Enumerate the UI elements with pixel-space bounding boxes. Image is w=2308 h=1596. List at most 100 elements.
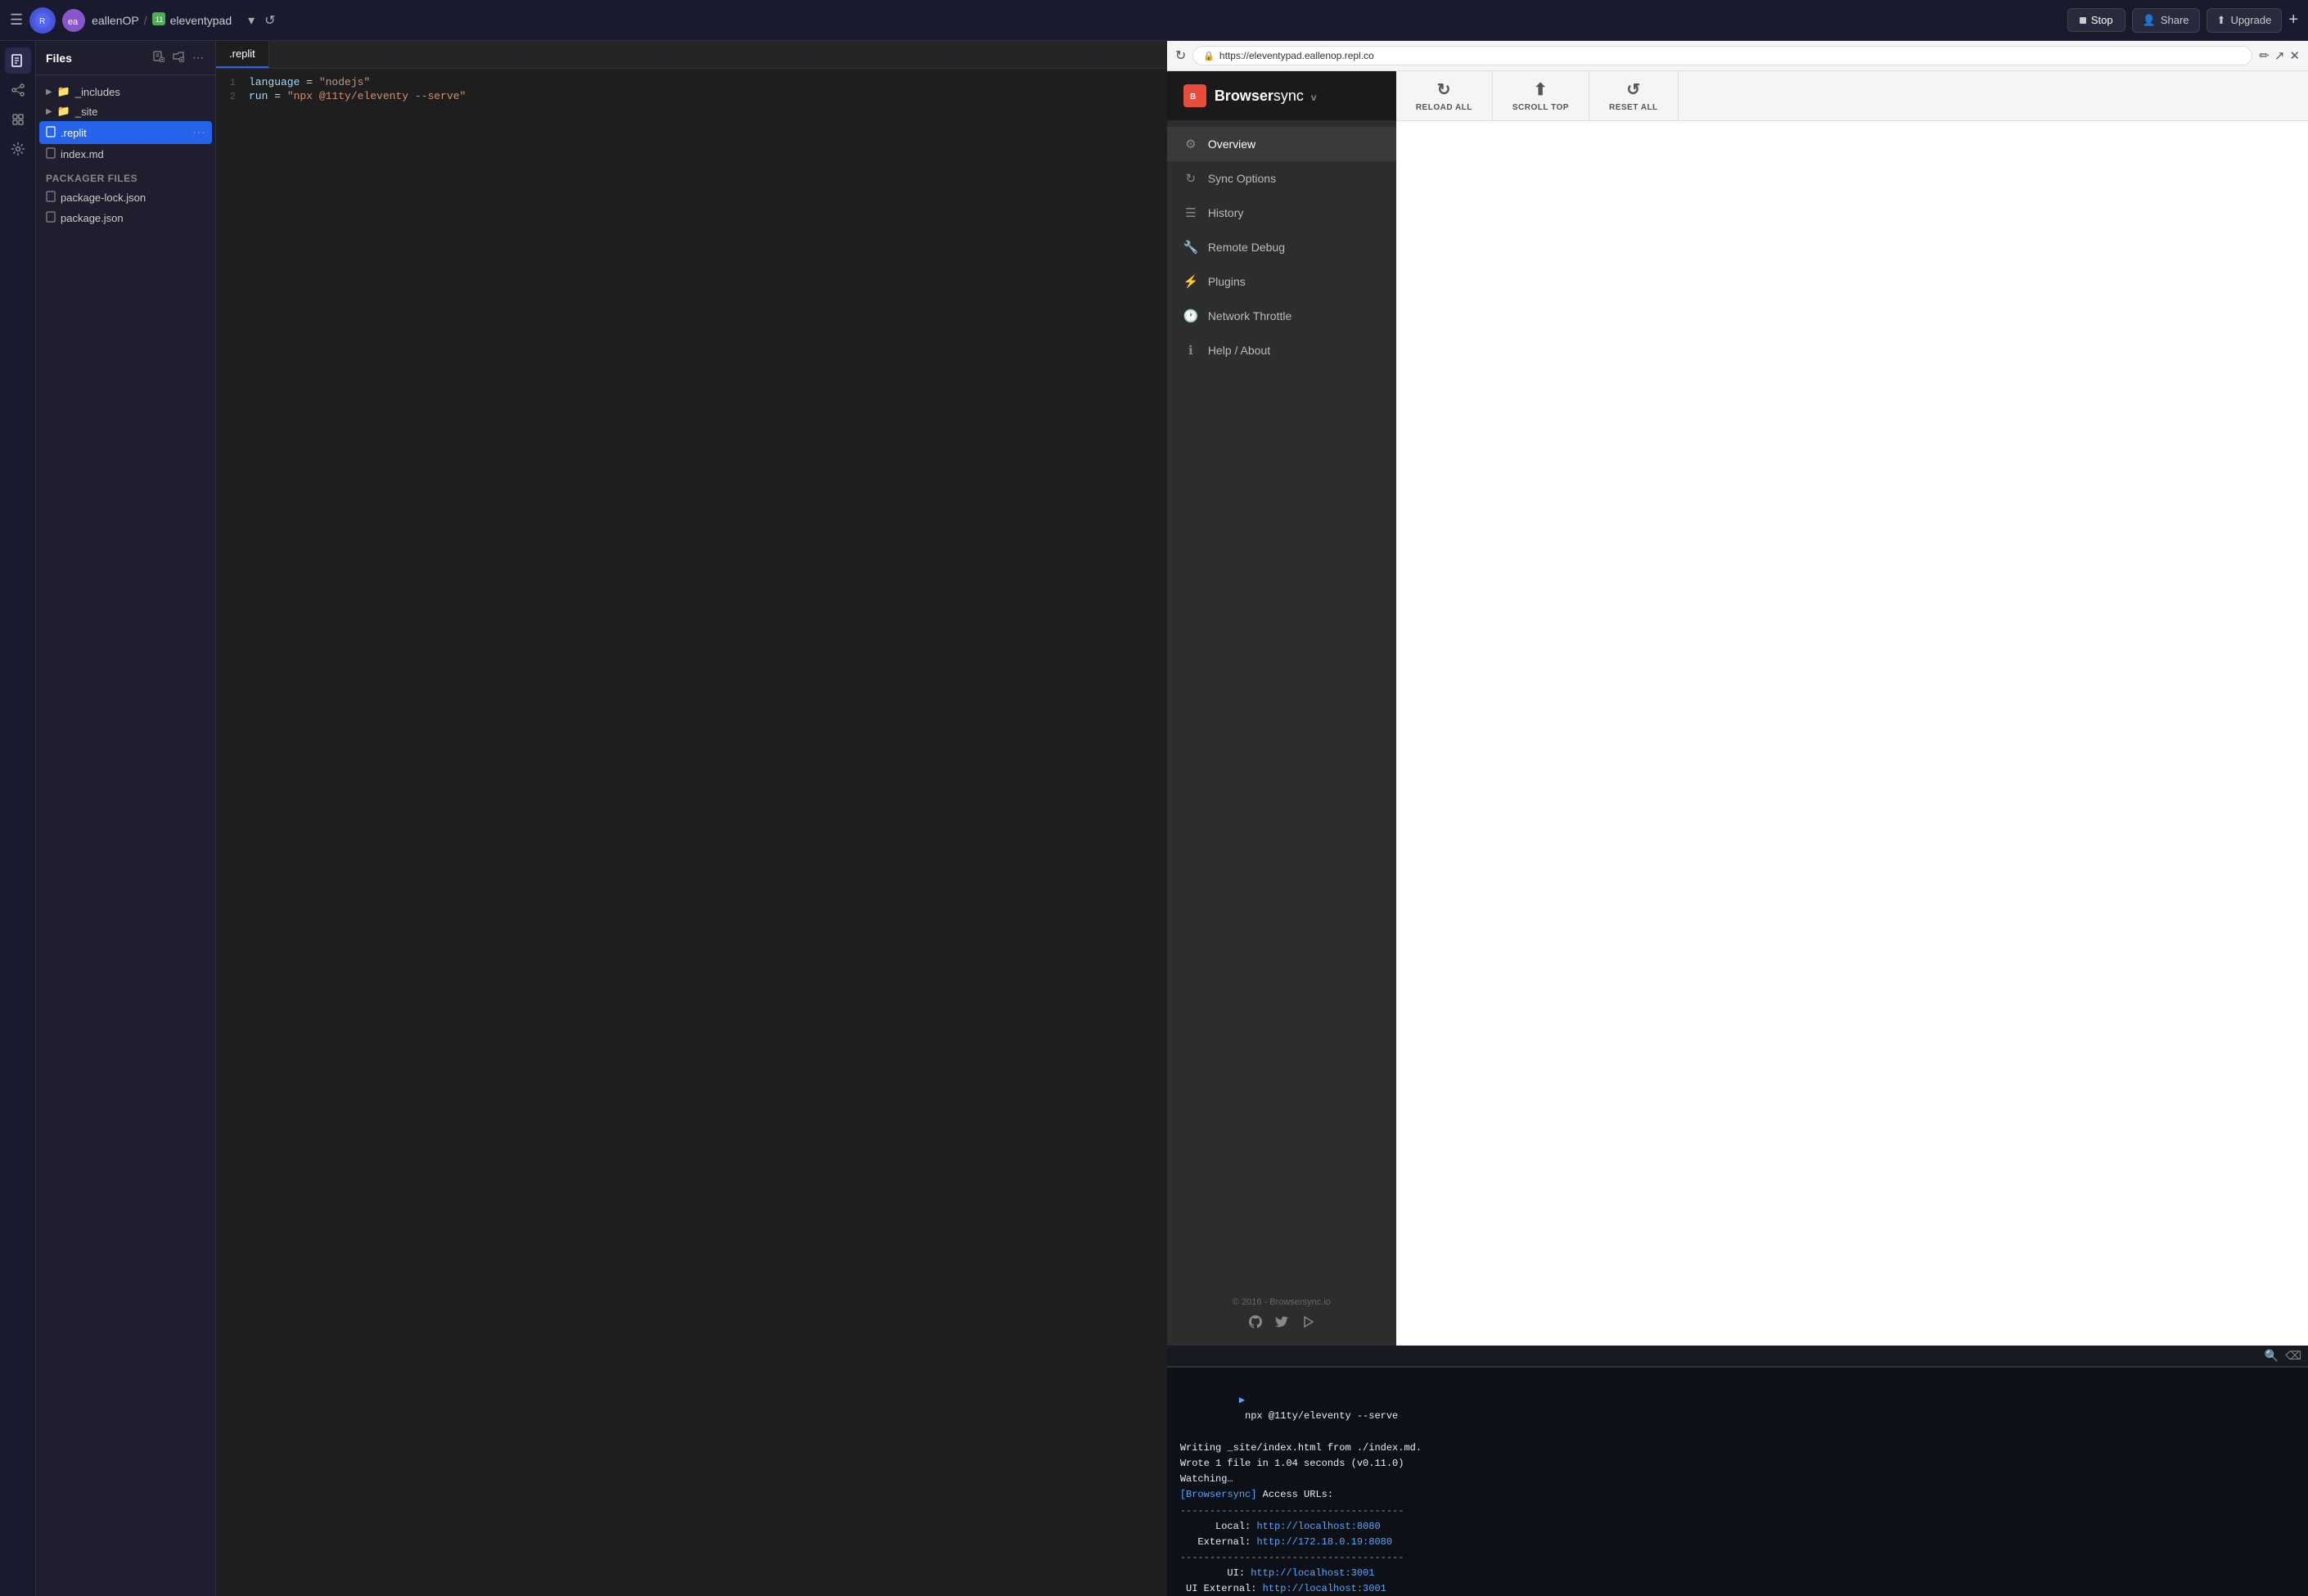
edit-url-button[interactable]: ✏: [2259, 48, 2270, 63]
browser-content: B Browsersync v ⚙ Overview ↻ Sync Option…: [1167, 71, 2308, 1346]
sidebar-icon-settings[interactable]: [5, 136, 31, 162]
lock-icon: 🔒: [1203, 51, 1215, 61]
bs-nav-history[interactable]: ☰ History: [1167, 196, 1396, 230]
sync-icon: ↻: [1183, 171, 1198, 186]
bs-nav-plugins[interactable]: ⚡ Plugins: [1167, 264, 1396, 299]
file-tree: ▶ 📁 _includes ▶ 📁 _site .replit ⋯: [36, 75, 215, 1596]
bs-version: v: [1311, 92, 1317, 103]
terminal-line: UI External: http://localhost:3001: [1180, 1581, 2295, 1596]
terminal-command: npx @11ty/eleventy --serve: [1239, 1410, 1398, 1422]
refresh-button[interactable]: ↻: [1175, 47, 1186, 64]
sidebar-icon-files[interactable]: [5, 47, 31, 74]
sidebar-icon-share[interactable]: [5, 77, 31, 103]
editor-tab-replit[interactable]: .replit: [216, 41, 269, 68]
reset-icon: ↺: [1626, 79, 1640, 100]
bs-nav-help[interactable]: ℹ Help / About: [1167, 333, 1396, 367]
tree-item-site[interactable]: ▶ 📁 _site: [36, 101, 215, 121]
tree-item-package-lock[interactable]: package-lock.json: [36, 187, 215, 208]
terminal-link[interactable]: http://localhost:8080: [1256, 1521, 1380, 1532]
breadcrumb-user[interactable]: eallenOP: [92, 14, 139, 27]
chevron-icon: ▶: [46, 107, 52, 116]
open-external-button[interactable]: ↗: [2274, 48, 2285, 63]
tree-item-label: package-lock.json: [61, 192, 146, 204]
breadcrumb-repl[interactable]: eleventypad: [170, 14, 232, 27]
bs-brand: Browsersync v: [1215, 88, 1317, 105]
terminal-search-icon[interactable]: 🔍: [2265, 1349, 2279, 1363]
hamburger-icon[interactable]: ☰: [10, 11, 23, 29]
tree-item-package[interactable]: package.json: [36, 208, 215, 228]
svg-text:R: R: [39, 17, 45, 26]
terminal-link[interactable]: http://172.18.0.19:8080: [1256, 1536, 1392, 1548]
terminal-link[interactable]: http://localhost:3001: [1251, 1567, 1374, 1579]
terminal-line: --------------------------------------: [1180, 1504, 2295, 1519]
reset-all-button[interactable]: ↺ RESET ALL: [1589, 71, 1679, 120]
code-content: 1 language = "nodejs" 2 run = "npx @11ty…: [216, 69, 1167, 1596]
folder-icon: 📁: [57, 105, 70, 118]
upgrade-icon: ⬆: [2217, 14, 2226, 27]
bs-nav-sync[interactable]: ↻ Sync Options: [1167, 161, 1396, 196]
branch-dropdown[interactable]: ▾: [245, 9, 258, 32]
add-button[interactable]: +: [2288, 11, 2298, 29]
new-file-button[interactable]: [151, 49, 166, 66]
bs-nav-remote[interactable]: 🔧 Remote Debug: [1167, 230, 1396, 264]
terminal-toolbar: 🔍 ⌫: [1167, 1346, 2308, 1367]
svg-text:ea: ea: [68, 17, 79, 27]
history-button[interactable]: ↺: [261, 9, 278, 32]
bs-nav-label: Network Throttle: [1208, 309, 1291, 322]
terminal-line: Writing _site/index.html from ./index.md…: [1180, 1440, 2295, 1456]
stop-button[interactable]: Stop: [2067, 8, 2125, 32]
bs-logo: B: [1183, 84, 1206, 107]
tree-item-label: _includes: [75, 86, 120, 98]
file-icon: [46, 147, 56, 161]
svg-text:B: B: [1190, 92, 1196, 101]
bs-nav-overview[interactable]: ⚙ Overview: [1167, 127, 1396, 161]
play-icon[interactable]: [1301, 1315, 1314, 1332]
bs-social: [1183, 1315, 1380, 1332]
share-button[interactable]: 👤 Share: [2132, 8, 2200, 33]
tree-item-replit[interactable]: .replit ⋯: [39, 121, 212, 144]
terminal-container: 🔍 ⌫ ▶ npx @11ty/eleventy --serve Writing…: [1167, 1346, 2308, 1596]
user-avatar: ea: [62, 9, 85, 32]
reload-all-label: RELOAD ALL: [1416, 103, 1472, 112]
twitter-icon[interactable]: [1275, 1315, 1288, 1332]
github-icon[interactable]: [1249, 1315, 1262, 1332]
tree-item-indexmd[interactable]: index.md: [36, 144, 215, 165]
bs-nav-throttle[interactable]: 🕐 Network Throttle: [1167, 299, 1396, 333]
file-panel-actions: ⋯: [151, 49, 205, 66]
close-preview-button[interactable]: ✕: [2289, 48, 2300, 63]
url-text[interactable]: https://eleventypad.eallenop.repl.co: [1219, 50, 2242, 61]
repl-logo: R: [29, 7, 56, 34]
reload-icon: ↻: [1437, 79, 1451, 100]
top-bar-right: 👤 Share ⬆ Upgrade +: [2132, 8, 2298, 33]
new-folder-button[interactable]: [171, 49, 186, 66]
sidebar-icons: [0, 41, 36, 1596]
packager-section-label: Packager files: [36, 165, 215, 187]
top-bar-center: Stop: [2067, 8, 2125, 32]
terminal-line: Watching…: [1180, 1472, 2295, 1487]
scroll-top-button[interactable]: ⬆ SCROLL TOP: [1493, 71, 1589, 120]
upgrade-button[interactable]: ⬆ Upgrade: [2207, 8, 2283, 33]
terminal-clear-icon[interactable]: ⌫: [2285, 1349, 2301, 1363]
terminal-prompt: ▶: [1239, 1395, 1245, 1406]
code-editor: .replit 1 language = "nodejs" 2 run = "n…: [216, 41, 1167, 1596]
info-icon: ℹ: [1183, 343, 1198, 358]
terminal[interactable]: ▶ npx @11ty/eleventy --serve Writing _si…: [1167, 1367, 2308, 1596]
stop-label: Stop: [2091, 14, 2113, 26]
code-line-2: 2 run = "npx @11ty/eleventy --serve": [216, 89, 1167, 103]
browsersync-sidebar: B Browsersync v ⚙ Overview ↻ Sync Option…: [1167, 71, 1396, 1346]
file-more-button[interactable]: ⋯: [192, 124, 205, 141]
top-bar: ☰ R ea eallenOP / 11 eleventypad ▾ ↺ Sto…: [0, 0, 2308, 41]
terminal-link[interactable]: http://localhost:3001: [1263, 1583, 1386, 1594]
more-files-button[interactable]: ⋯: [191, 49, 205, 66]
sidebar-icon-packages[interactable]: [5, 106, 31, 133]
tree-item-includes[interactable]: ▶ 📁 _includes: [36, 82, 215, 101]
branch-controls: ▾ ↺: [245, 9, 278, 32]
top-bar-left: ☰ R ea eallenOP / 11 eleventypad ▾ ↺: [10, 7, 2061, 34]
bs-toolbar: ↻ RELOAD ALL ⬆ SCROLL TOP ↺ RESET ALL: [1396, 71, 2308, 121]
file-icon: [46, 191, 56, 205]
scroll-top-icon: ⬆: [1534, 79, 1548, 100]
folder-icon: 📁: [57, 85, 70, 98]
bs-nav-label: Sync Options: [1208, 172, 1276, 185]
upgrade-label: Upgrade: [2230, 14, 2271, 26]
reload-all-button[interactable]: ↻ RELOAD ALL: [1396, 71, 1493, 120]
